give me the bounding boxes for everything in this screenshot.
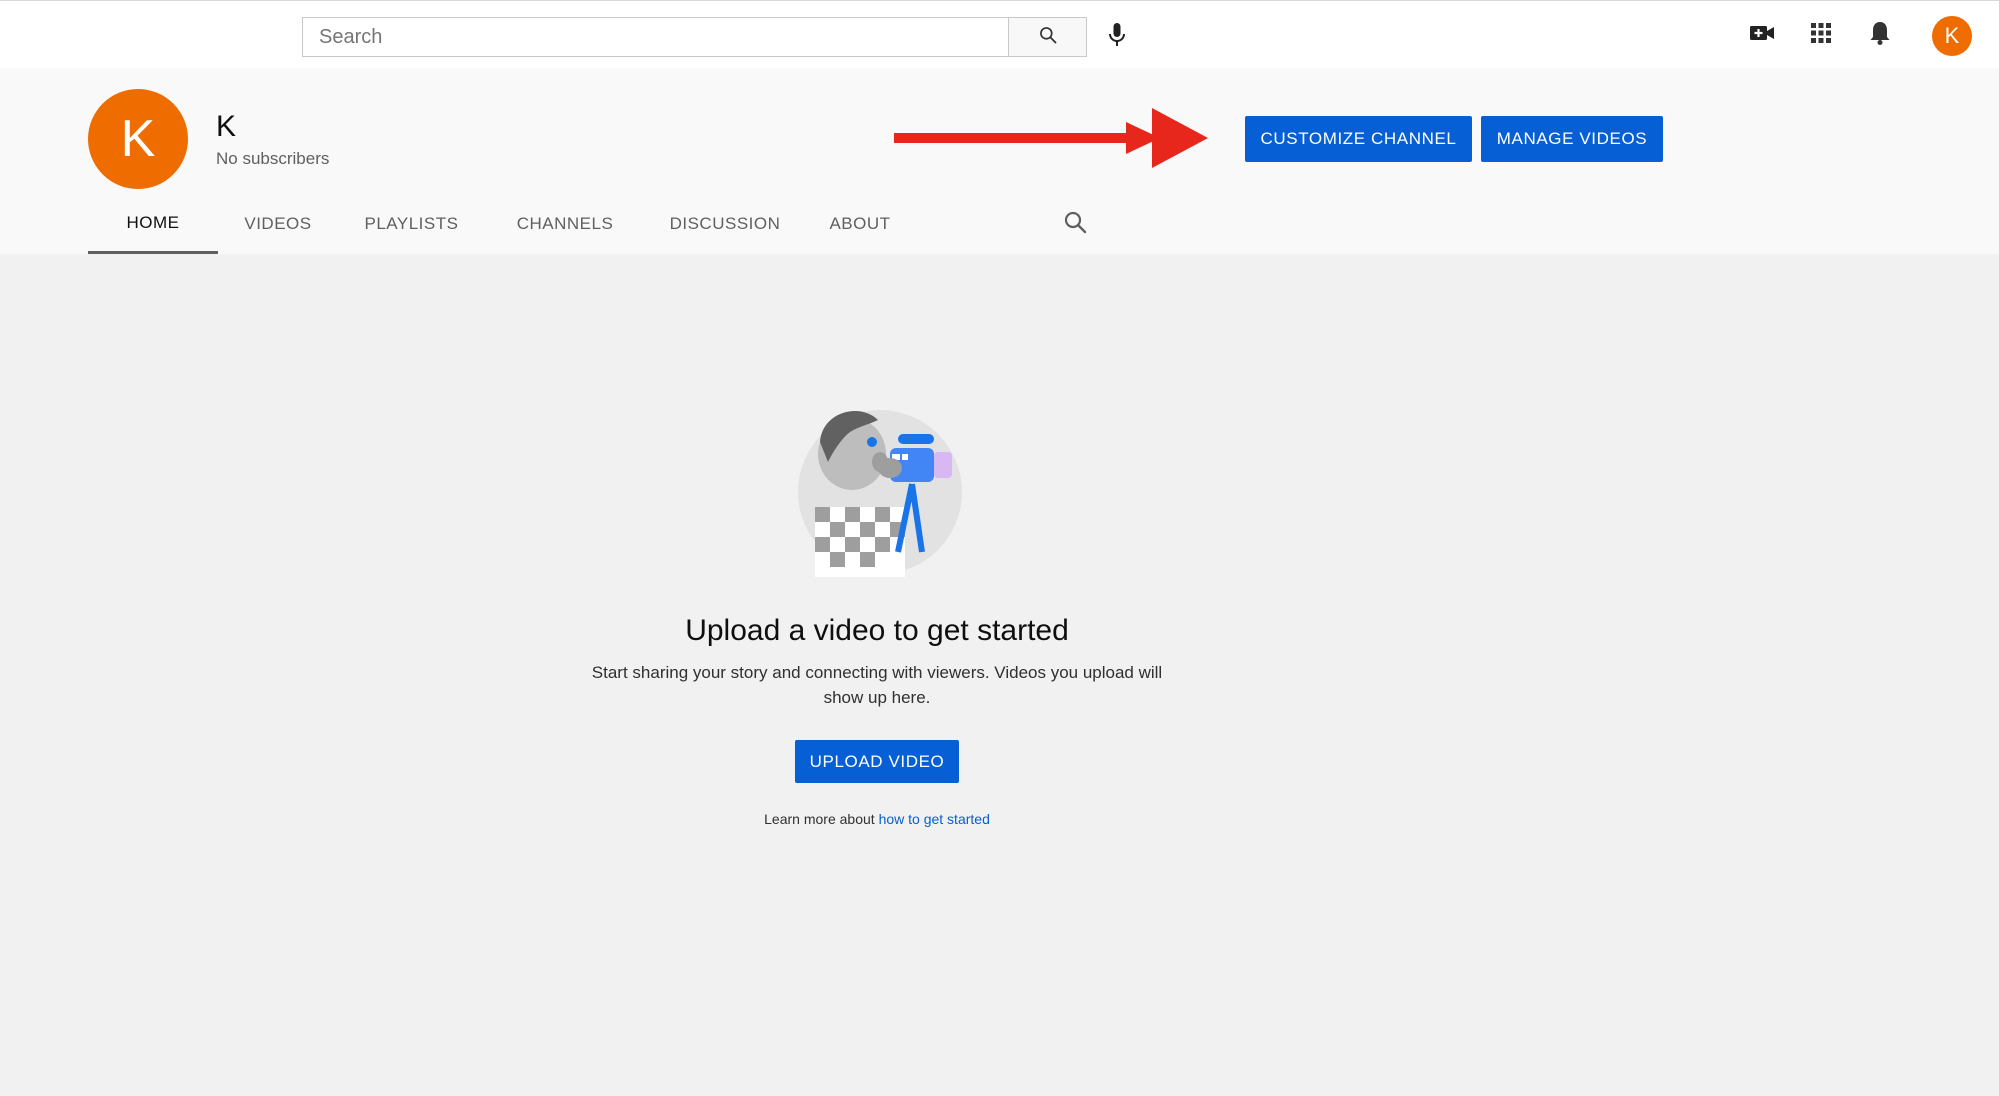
tab-playlists[interactable]: PLAYLISTS <box>338 194 485 254</box>
channel-name: K <box>216 110 237 143</box>
learn-more-prefix: Learn more about <box>764 811 875 827</box>
apps-grid-icon <box>1810 22 1832 49</box>
channel-header: K K No subscribers CUSTOMIZE CHANNEL MAN… <box>0 68 1999 254</box>
account-avatar[interactable]: K <box>1932 16 1972 56</box>
empty-state-title: Upload a video to get started <box>685 614 1069 647</box>
red-arrow-annotation <box>894 108 1208 168</box>
notifications-button[interactable] <box>1860 15 1900 55</box>
bell-icon <box>1869 20 1891 51</box>
channel-avatar: K <box>88 89 188 189</box>
video-camera-plus-icon <box>1749 23 1775 48</box>
empty-state-description: Start sharing your story and connecting … <box>591 663 1163 707</box>
search-icon <box>1038 25 1058 50</box>
tab-search-button[interactable] <box>1050 194 1100 254</box>
tab-home[interactable]: HOME <box>88 194 218 254</box>
search-icon <box>1063 210 1087 239</box>
manage-videos-button[interactable]: MANAGE VIDEOS <box>1481 116 1663 162</box>
search-button[interactable] <box>1008 17 1087 57</box>
how-to-get-started-link[interactable]: how to get started <box>879 811 990 827</box>
create-button[interactable] <box>1742 15 1782 55</box>
subscriber-count: No subscribers <box>216 149 330 168</box>
mic-icon <box>1107 22 1127 53</box>
customize-channel-button[interactable]: CUSTOMIZE CHANNEL <box>1245 116 1472 162</box>
top-bar: K <box>0 0 1999 68</box>
tab-channels[interactable]: CHANNELS <box>485 194 645 254</box>
apps-button[interactable] <box>1801 15 1841 55</box>
tab-discussion[interactable]: DISCUSSION <box>645 194 805 254</box>
search-input[interactable] <box>302 17 1009 57</box>
learn-more-text: Learn more about how to get started <box>0 811 1754 827</box>
voice-search-button[interactable] <box>1100 17 1134 57</box>
upload-video-button[interactable]: UPLOAD VIDEO <box>795 740 959 783</box>
tab-videos[interactable]: VIDEOS <box>218 194 338 254</box>
tab-about[interactable]: ABOUT <box>805 194 915 254</box>
camera-operator-illustration <box>798 410 962 577</box>
